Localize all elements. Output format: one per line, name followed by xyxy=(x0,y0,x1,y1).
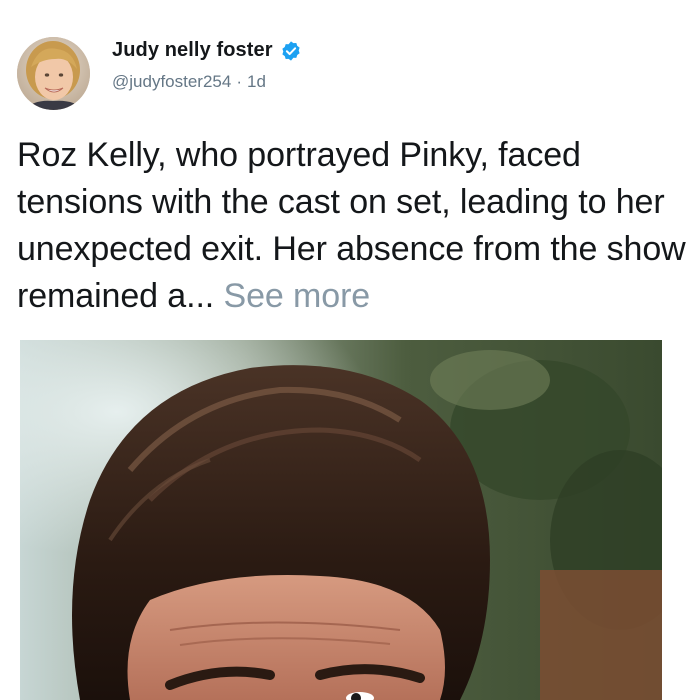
verified-badge-icon xyxy=(280,40,302,62)
author-name[interactable]: Judy nelly foster xyxy=(112,39,273,62)
avatar[interactable] xyxy=(17,37,90,110)
post-text: Roz Kelly, who portrayed Pinky, faced te… xyxy=(17,132,687,320)
author-handle[interactable]: @judyfoster254 xyxy=(112,72,231,91)
author-meta: @judyfoster254 · 1d xyxy=(112,72,266,92)
meta-separator: · xyxy=(236,72,242,91)
post-image[interactable] xyxy=(20,340,662,700)
author-name-row: Judy nelly foster xyxy=(112,39,302,62)
post-timestamp[interactable]: 1d xyxy=(247,72,266,91)
social-post-card: Judy nelly foster @judyfoster254 · 1d Roz … xyxy=(0,0,700,700)
see-more-link[interactable]: See more xyxy=(224,277,371,315)
